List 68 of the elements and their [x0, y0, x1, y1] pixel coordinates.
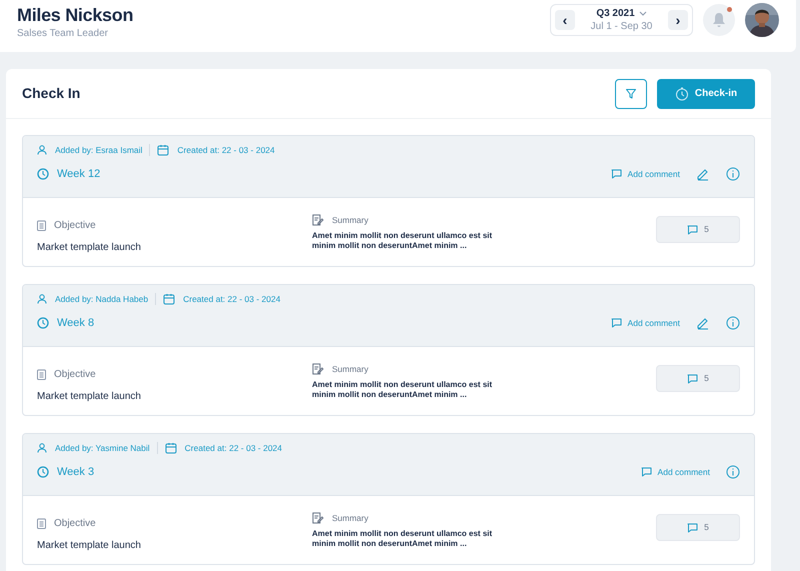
user-role: Salses Team Leader — [17, 27, 109, 41]
check-in-button[interactable]: Check-in — [657, 78, 755, 108]
comment-icon — [687, 374, 698, 384]
calendar-icon — [164, 442, 177, 454]
summary-text: Amet minim mollit non deserunt ullamco est sit minim mollit non deseruntAmet minim ... — [312, 380, 494, 400]
note-icon — [312, 363, 324, 376]
comments-count-button[interactable]: 5 — [656, 514, 740, 541]
bell-icon — [712, 12, 726, 28]
next-button[interactable]: › — [668, 10, 688, 30]
objective-value: Market template launch — [37, 241, 142, 255]
summary-text: Amet minim mollit non deserunt ullamco est sit minim mollit non deseruntAmet minim ... — [312, 528, 494, 549]
clipboard-icon — [37, 220, 46, 231]
clock-icon — [37, 168, 49, 180]
info-button[interactable] — [726, 465, 740, 479]
objective-label: Objective — [54, 219, 96, 233]
comments-count-button[interactable]: 5 — [656, 365, 740, 392]
add-comment-button[interactable]: Add comment — [610, 316, 680, 330]
comment-icon — [687, 224, 698, 234]
filter-icon — [625, 88, 637, 100]
period-selector[interactable]: ‹ Q3 2021 Jul 1 - Sep 30 › — [550, 4, 693, 36]
clipboard-icon — [37, 369, 46, 380]
filter-button[interactable] — [615, 78, 647, 108]
objective-value: Market template launch — [37, 390, 142, 404]
edit-button[interactable] — [696, 316, 710, 330]
calendar-icon — [157, 144, 170, 156]
comment-icon — [640, 467, 652, 477]
created-at: Created at: 22 - 03 - 2024 — [184, 442, 282, 455]
summary-label: Summary — [332, 363, 368, 376]
comment-icon — [610, 169, 622, 179]
week-title: Week 12 — [57, 166, 100, 182]
clock-icon — [37, 317, 49, 329]
chevron-down-icon — [638, 11, 647, 16]
note-icon — [312, 512, 324, 524]
added-by: Added by: Esraa Ismail — [55, 144, 142, 157]
panel-title: Check In — [22, 84, 80, 103]
objective-label: Objective — [54, 517, 96, 531]
added-by: Added by: Yasmine Nabil — [55, 442, 150, 455]
objective-value: Market template launch — [37, 539, 142, 553]
user-name: Miles Nickson — [17, 5, 134, 25]
created-at: Created at: 22 - 03 - 2024 — [177, 144, 275, 157]
info-button[interactable] — [726, 316, 740, 330]
comment-icon — [687, 522, 698, 532]
summary-label: Summary — [332, 512, 368, 525]
objective-label: Objective — [54, 368, 96, 382]
user-icon — [37, 294, 47, 304]
add-comment-button[interactable]: Add comment — [640, 466, 710, 478]
stopwatch-icon — [674, 86, 689, 100]
clipboard-icon — [37, 518, 46, 529]
period-range: Jul 1 - Sep 30 — [590, 20, 652, 32]
notification-button[interactable] — [703, 4, 735, 36]
added-by: Added by: Nadda Habeb — [55, 293, 148, 306]
comments-count-button[interactable]: 5 — [656, 216, 740, 243]
calendar-icon — [163, 293, 176, 306]
edit-button[interactable] — [696, 167, 710, 181]
clock-icon — [37, 466, 49, 478]
previous-button[interactable]: ‹ — [555, 10, 575, 30]
week-title: Week 3 — [57, 464, 94, 480]
period-title: Q3 2021 — [596, 8, 635, 20]
summary-label: Summary — [332, 214, 368, 227]
note-icon — [312, 214, 324, 226]
summary-text: Amet minim mollit non deserunt ullamco est sit minim mollit non deseruntAmet minim ... — [312, 230, 494, 251]
info-button[interactable] — [726, 167, 740, 181]
created-at: Created at: 22 - 03 - 2024 — [183, 293, 280, 306]
week-title: Week 8 — [57, 316, 94, 331]
user-icon — [37, 145, 47, 156]
user-icon — [37, 443, 47, 454]
comment-icon — [610, 318, 622, 328]
add-comment-button[interactable]: Add comment — [610, 168, 680, 180]
